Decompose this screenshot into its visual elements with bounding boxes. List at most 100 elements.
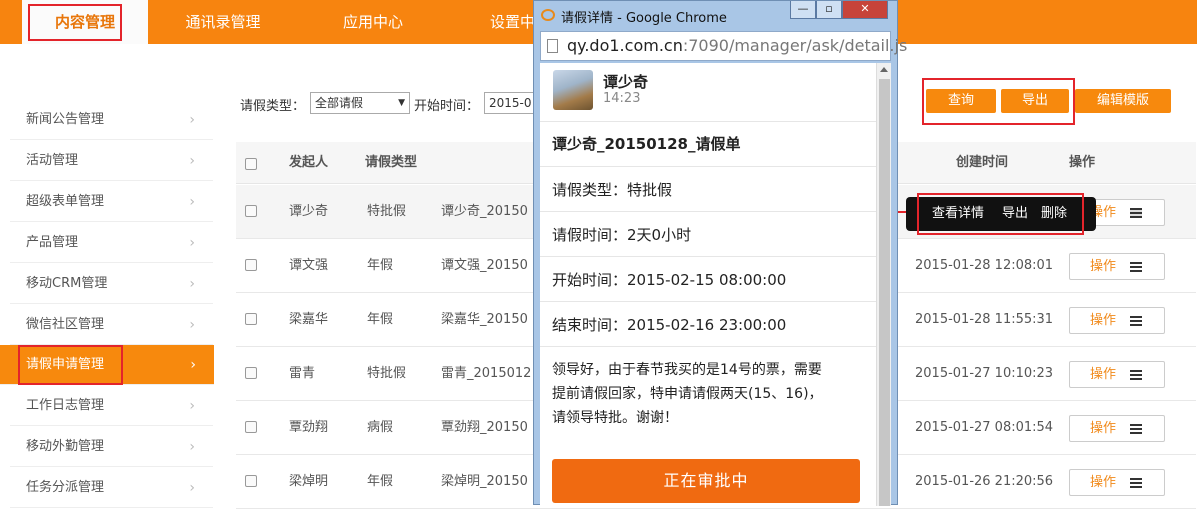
select-all-checkbox[interactable] [245,158,257,170]
row-title: 谭少奇_20150 [441,204,528,219]
sidebar-item-task[interactable]: 任务分派管理 › [10,468,213,508]
nav-item-contacts[interactable]: 通讯录管理 [160,0,286,44]
end-time-value: 结束时间：2015-02-16 23:00:00 [552,316,787,334]
sidebar-item-label: 移动CRM管理 [26,276,108,291]
row-initiator: 雷青 [289,366,316,381]
row-leave-type: 年假 [367,474,394,489]
sidebar-item-super-form[interactable]: 超级表单管理 › [10,182,213,222]
edit-template-button[interactable]: 编辑模版 [1075,89,1171,113]
row-operation-button[interactable]: 操作 [1069,469,1165,496]
sidebar-item-worklog[interactable]: 工作日志管理 › [10,386,213,426]
divider [540,121,876,122]
sidebar-item-label: 任务分派管理 [26,480,105,495]
row-leave-type: 特批假 [367,204,407,219]
sidebar-item-leave[interactable]: 请假申请管理 › [0,345,214,385]
chevron-right-icon: › [189,153,195,169]
view-detail-menu-item[interactable]: 查看详情 [932,197,984,231]
row-checkbox[interactable] [245,367,257,379]
address-bar[interactable]: qy.do1.com.cn:7090/manager/ask/detail.js [540,31,907,61]
row-operation-button[interactable]: 操作 [1069,307,1165,334]
start-time-label: 开始时间： [414,99,480,114]
row-checkbox[interactable] [245,205,257,217]
leave-type-label: 请假类型： [240,99,306,114]
scrollbar[interactable] [876,63,891,506]
sidebar-item-crm[interactable]: 移动CRM管理 › [10,264,213,304]
row-created-time: 2015-01-26 21:20:56 [915,474,1054,489]
row-operation-button[interactable]: 操作 [1069,361,1165,388]
reason-line: 请领导特批。谢谢！ [552,410,678,426]
row-leave-type: 年假 [367,312,394,327]
url-text: qy.do1.com.cn:7090/manager/ask/detail.js [567,36,907,55]
sidebar-item-label: 请假申请管理 [26,357,105,372]
row-checkbox[interactable] [245,421,257,433]
export-menu-item[interactable]: 导出 [1002,197,1028,231]
menu-icon [1130,478,1142,488]
divider [540,256,876,257]
minimize-icon[interactable]: — [790,1,816,19]
start-time-input[interactable]: 2015-0 [484,92,534,114]
operation-label: 操作 [1090,367,1117,382]
sidebar-item-label: 工作日志管理 [26,398,105,413]
avatar [553,70,593,110]
chevron-right-icon: › [189,276,195,292]
sidebar-item-wechat[interactable]: 微信社区管理 › [10,305,213,345]
row-title: 覃劲翔_20150 [441,420,528,435]
row-checkbox[interactable] [245,313,257,325]
chevron-right-icon: › [189,112,195,128]
nav-item-content[interactable]: 内容管理 [22,0,148,44]
operation-label: 操作 [1090,259,1117,274]
nav-item-label: 内容管理 [54,13,115,31]
leave-type-value: 全部请假 [315,96,364,110]
sidebar-item-label: 移动外勤管理 [26,439,105,454]
delete-menu-item[interactable]: 删除 [1041,197,1067,231]
sidebar-item-activity[interactable]: 活动管理 › [10,141,213,181]
query-button[interactable]: 查询 [926,89,996,113]
scroll-up-icon[interactable] [880,67,888,72]
sidebar-item-label: 产品管理 [26,235,79,250]
popup-title: 请假详情 - Google Chrome [561,11,727,26]
chevron-right-icon: › [189,439,195,455]
divider [540,166,876,167]
divider [540,301,876,302]
operation-menu: 查看详情 导出 删除 [906,197,1096,231]
close-icon[interactable]: ✕ [842,1,888,19]
row-operation-button[interactable]: 操作 [1069,415,1165,442]
header-operation: 操作 [1069,155,1096,170]
row-created-time: 2015-01-27 08:01:54 [915,420,1054,435]
approval-status-button[interactable]: 正在审批中 [552,459,860,503]
operation-label: 操作 [1090,421,1117,436]
leave-duration-value: 请假时间：2天0小时 [552,226,692,244]
popup-titlebar[interactable]: 请假详情 - Google Chrome — ▫ ✕ [534,1,897,29]
url-host: qy.do1.com.cn [567,36,683,55]
leave-type-select[interactable]: 全部请假 ▼ [310,92,410,114]
row-created-time: 2015-01-28 12:08:01 [915,258,1054,273]
menu-icon [1130,370,1142,380]
sidebar-item-label: 微信社区管理 [26,317,105,332]
row-leave-type: 病假 [367,420,394,435]
nav-item-app-center[interactable]: 应用中心 [310,0,436,44]
header-created-time: 创建时间 [956,155,1009,170]
chevron-right-icon: › [190,357,196,373]
header-leave-type: 请假类型 [365,155,418,170]
sidebar-item-field[interactable]: 移动外勤管理 › [10,427,213,467]
row-initiator: 梁焯明 [289,474,329,489]
operation-label: 操作 [1090,313,1117,328]
sidebar-item-label: 活动管理 [26,153,79,168]
sidebar-item-news[interactable]: 新闻公告管理 › [10,100,213,140]
scrollbar-thumb[interactable] [879,79,890,506]
sidebar-item-product[interactable]: 产品管理 › [10,223,213,263]
divider [540,346,876,347]
maximize-icon[interactable]: ▫ [816,1,842,19]
chevron-right-icon: › [189,194,195,210]
menu-icon [1130,262,1142,272]
reason-line: 领导好，由于春节我买的是14号的票，需要 [552,362,822,378]
export-button[interactable]: 导出 [1001,89,1069,113]
chevron-right-icon: › [189,317,195,333]
sidebar-item-label: 新闻公告管理 [26,112,105,127]
row-leave-type: 年假 [367,258,394,273]
row-checkbox[interactable] [245,475,257,487]
row-operation-button[interactable]: 操作 [1069,253,1165,280]
divider [540,211,876,212]
chevron-right-icon: › [189,235,195,251]
row-checkbox[interactable] [245,259,257,271]
